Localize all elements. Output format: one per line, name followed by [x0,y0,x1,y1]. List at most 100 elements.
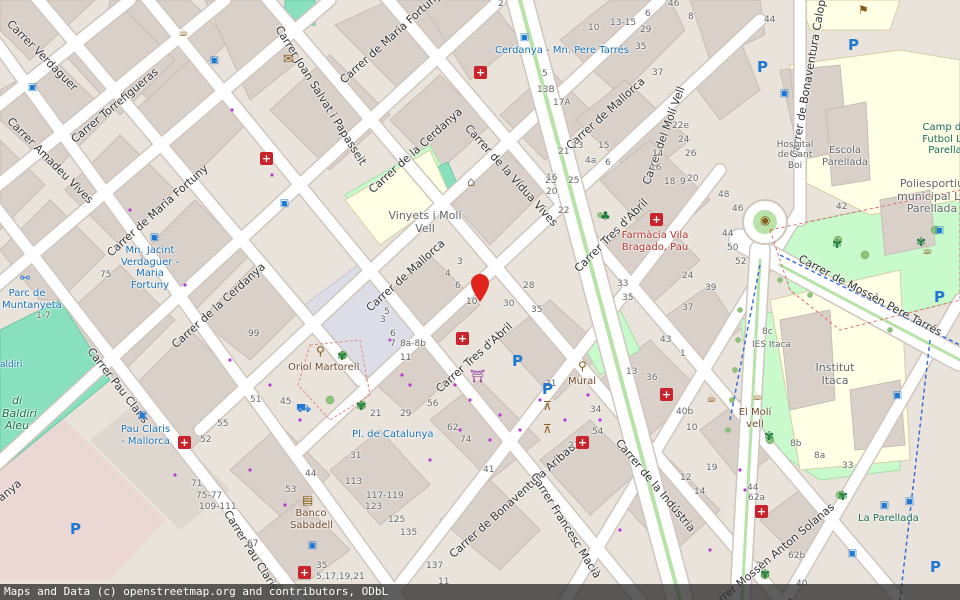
playground-icon[interactable]: ✾ [760,568,770,580]
poi-vinyets[interactable]: Vinyets i Molí Vell [385,209,465,235]
pharmacy-icon[interactable]: + [755,505,768,518]
poi-poliesportiu[interactable]: Poliesportiu municipal La Parellada [897,177,960,216]
house-number: 62a [748,493,765,503]
house-number: 4 [445,269,451,279]
fountain-icon[interactable]: ◉ [760,214,770,226]
poi-escola[interactable]: Escola Parellada [822,145,868,168]
bus-stop-icon[interactable]: ▣ [210,55,219,66]
pharmacy-icon[interactable]: + [474,66,487,79]
poi-el-moli-vell[interactable]: El Molí vell [735,407,775,430]
house-number: 3 [457,257,463,267]
poi-farmacia[interactable]: Farmàcia Vila Bragado, Pau [615,230,695,253]
map-view[interactable]: Carrer de Maria Fortuny Carrer Joan Salv… [0,0,960,600]
bus-stop-icon[interactable]: ▣ [150,232,159,243]
playground-icon[interactable]: ✾ [764,430,774,442]
bus-stop-icon[interactable]: ▣ [138,410,147,421]
house-number: 62 [447,423,459,433]
parking-icon[interactable]: P [512,354,523,369]
playground-icon[interactable]: ✾ [356,400,366,412]
poi-parc-muntanyeta[interactable]: Parc de Muntanyeta [2,288,62,311]
house-number: 75 [100,270,112,280]
bus-stop-icon[interactable]: ▣ [308,540,317,551]
poi-jacint-stop[interactable]: Mn. Jacint Verdaguer - Maria Fortuny [120,245,180,291]
playground-icon[interactable]: ✾ [832,238,842,250]
house-number: 13-15 [610,18,637,28]
house-number: 46 [668,0,680,9]
bus-stop-icon[interactable]: ▣ [905,496,914,507]
bus-stop-icon[interactable]: ▣ [780,88,789,99]
poi-banco-sabadell[interactable]: Banco Sabadell [290,508,333,531]
bus-stop-icon[interactable]: ▣ [893,390,902,401]
bus-stop-icon[interactable]: ▣ [520,32,529,43]
car-icon[interactable]: ⛟ [296,402,311,414]
playground-icon[interactable]: ⛩ [470,370,485,382]
poi-ies-itaca[interactable]: IES Itaca [752,340,791,350]
house-number: 35 [622,293,634,303]
parking-icon[interactable]: P [930,560,941,575]
statue-icon[interactable]: ⚲ [578,360,587,372]
house-number: 45 [280,397,292,407]
house-number: 44 [764,15,776,25]
poi-oriol-martorell[interactable]: Oriol Martorell [288,362,359,374]
cafe-icon[interactable]: ☕ [752,390,763,402]
house-number: 71 [191,479,203,489]
parking-icon[interactable]: P [70,522,81,537]
parking-icon[interactable]: P [757,60,768,75]
house-number: 5 [384,307,390,317]
statue-icon[interactable]: ⚲ [316,345,325,357]
tree-icon: ♣ [600,209,611,223]
marker-pin-icon[interactable] [471,274,489,302]
bus-stop-icon[interactable]: ▣ [880,500,889,511]
post-office-icon[interactable]: ✉ [283,53,294,66]
house-number: 10 [686,423,698,433]
cafe-icon[interactable]: ☕ [178,26,189,38]
poi-pl-catalunya[interactable]: Pl. de Catalunya [352,429,434,441]
house-number: 51 [250,395,262,405]
parking-icon[interactable]: P [934,290,945,305]
house-number: 56 [427,399,439,409]
bus-stop-icon[interactable]: ▣ [848,548,857,559]
poi-pau-claris-mallorca[interactable]: Pau Claris - Mallorca [118,424,173,447]
bus-stop-icon[interactable]: ▣ [935,225,944,236]
picnic-icon[interactable]: ⊼ [543,423,552,435]
house-number: 137 [426,561,444,571]
pharmacy-icon[interactable]: + [260,152,273,165]
house-number: 113 [345,477,363,487]
cafe-icon[interactable]: ☕ [706,392,717,404]
pharmacy-icon[interactable]: + [298,566,311,579]
poi-campo[interactable]: Camp de Futbol La Parella [920,122,960,157]
house-number: 11 [400,353,412,363]
playground-icon[interactable]: ✾ [916,236,926,248]
house-number: 14 [694,487,706,497]
house-number: 40b [676,407,694,417]
poi-institut-itaca[interactable]: Institut Itaca [810,361,860,387]
pharmacy-icon[interactable]: + [456,332,469,345]
shelter-icon: ⌂ [467,175,476,190]
bank-icon[interactable]: ▤ [302,494,313,506]
pharmacy-icon[interactable]: + [650,213,663,226]
playground-icon[interactable]: ✾ [337,350,347,362]
parking-icon[interactable]: P [542,382,553,397]
house-number: 24 [682,271,694,281]
parking-icon[interactable]: P [848,38,859,53]
poi-cerdanya-stop[interactable]: Cerdanya - Mn. Pere Tarrés [495,45,629,57]
picnic-icon[interactable]: ⊼ [543,400,552,412]
poi-baldiri: di Baldiri Aleu [2,394,37,433]
pharmacy-icon[interactable]: + [576,436,589,449]
pharmacy-icon[interactable]: + [178,436,191,449]
house-number: 35 [635,42,647,52]
bus-stop-icon[interactable]: ▣ [280,198,289,209]
house-number: 15 [598,141,610,151]
house-number: 20 [687,174,699,184]
poi-mural[interactable]: Mural [568,376,596,388]
school-icon[interactable]: ⚑ [858,4,869,16]
poi-la-parellada-stop[interactable]: La Parellada [858,513,919,525]
poi-hospital[interactable]: Hospital de Sant Boi [770,140,820,171]
poi-baldiri-stop[interactable]: aldiri [0,360,22,370]
bicycle-icon[interactable]: ⚯ [20,272,30,284]
house-number: 22 [558,206,570,216]
playground-icon[interactable]: ✾ [838,490,848,502]
pharmacy-icon[interactable]: + [660,388,673,401]
house-number: 52 [200,435,212,445]
bus-stop-icon[interactable]: ▣ [28,82,37,93]
